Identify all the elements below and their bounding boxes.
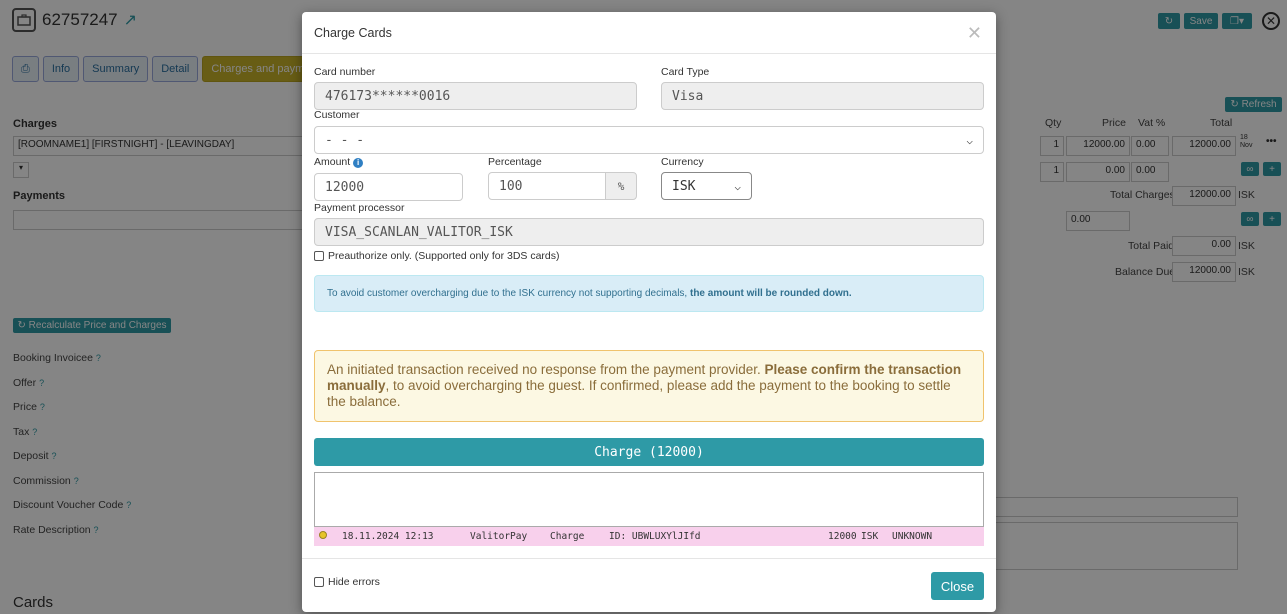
log-status: UNKNOWN — [892, 531, 933, 542]
percent-addon: % — [605, 172, 637, 200]
currency-label: Currency — [661, 156, 704, 168]
warn-text-1: An initiated transaction received no res… — [327, 362, 761, 377]
info-icon[interactable]: i — [353, 158, 364, 168]
card-type-label: Card Type — [661, 66, 710, 78]
hide-errors-option[interactable]: Hide errors — [314, 576, 380, 588]
log-datetime: 18.11.2024 12:13 — [342, 531, 434, 542]
hide-errors-checkbox[interactable] — [314, 577, 324, 588]
preauth-label: Preauthorize only. (Supported only for 3… — [328, 250, 560, 262]
customer-select[interactable]: - - - ⌵ — [314, 126, 984, 154]
chevron-down-icon: ⌵ — [734, 179, 741, 193]
currency-select[interactable]: ISK ⌵ — [661, 172, 752, 200]
log-id: ID: UBWLUXYlJIfd — [609, 531, 701, 542]
modal-footer-divider — [302, 558, 996, 559]
amount-input[interactable]: 12000 — [314, 173, 463, 201]
transaction-log-row: 18.11.2024 12:13 ValitorPay Charge ID: U… — [314, 527, 984, 546]
log-provider: ValitorPay — [470, 531, 528, 542]
card-number-field: 476173******0016 — [314, 82, 637, 110]
amount-label: Amount i — [314, 156, 364, 168]
close-icon[interactable]: ✕ — [967, 23, 982, 44]
card-number-label: Card number — [314, 66, 376, 78]
chevron-down-icon: ⌵ — [966, 133, 973, 147]
info-text-main: To avoid customer overcharging due to th… — [327, 288, 688, 299]
percentage-input[interactable]: 100 — [488, 172, 606, 200]
transaction-warning-alert: An initiated transaction received no res… — [314, 350, 984, 422]
rounding-info-alert: To avoid customer overcharging due to th… — [314, 275, 984, 312]
warn-text-2: , to avoid overcharging the guest. If co… — [327, 378, 951, 409]
log-currency: ISK — [861, 531, 879, 542]
log-amount: 12000 — [828, 531, 857, 542]
amount-label-text: Amount — [314, 156, 351, 168]
customer-label: Customer — [314, 109, 360, 121]
percentage-label: Percentage — [488, 156, 542, 168]
charge-cards-modal: Charge Cards ✕ Card number 476173******0… — [302, 12, 996, 612]
processor-label: Payment processor — [314, 202, 405, 214]
modal-title: Charge Cards — [314, 26, 392, 40]
modal-header: Charge Cards ✕ — [302, 12, 996, 54]
customer-value: - - - — [325, 132, 365, 148]
warn-bold-1: Please confirm the transaction — [764, 362, 962, 377]
processor-field: VISA_SCANLAN_VALITOR_ISK — [314, 218, 984, 246]
log-type: Charge — [550, 531, 585, 542]
preauth-checkbox[interactable] — [314, 251, 324, 262]
preauth-option[interactable]: Preauthorize only. (Supported only for 3… — [314, 250, 560, 262]
transaction-log-box — [314, 472, 984, 527]
close-button[interactable]: Close — [931, 572, 984, 600]
currency-value: ISK — [672, 178, 696, 194]
hide-errors-label: Hide errors — [328, 576, 380, 588]
warn-bold-2: manually — [327, 378, 386, 393]
status-dot-icon — [319, 531, 327, 539]
info-text-bold: the amount will be rounded down. — [689, 288, 852, 299]
card-type-field: Visa — [661, 82, 984, 110]
charge-button[interactable]: Charge (12000) — [314, 438, 984, 466]
info-text: To avoid customer overcharging due to th… — [327, 288, 852, 299]
